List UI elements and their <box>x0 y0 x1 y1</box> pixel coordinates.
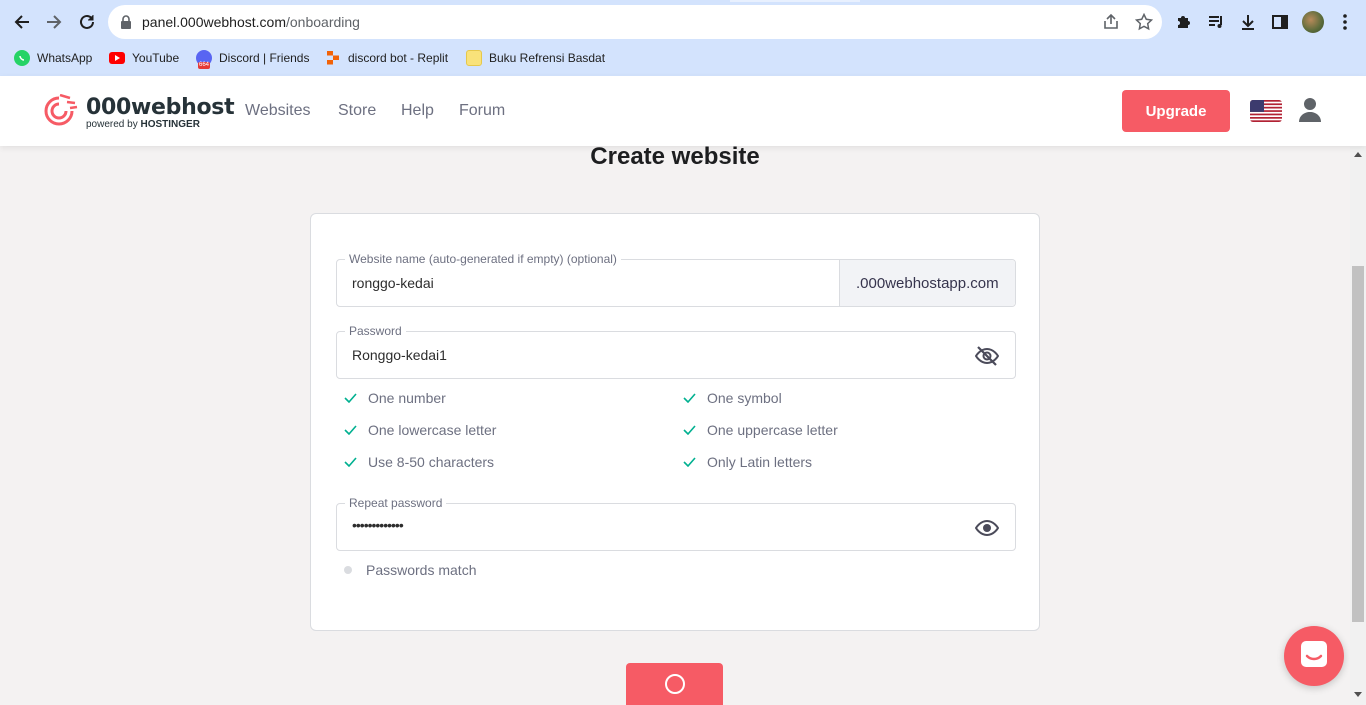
website-name-input[interactable]: ronggo-kedai <box>352 275 434 291</box>
us-flag-icon[interactable] <box>1250 100 1282 122</box>
discord-icon: 664 <box>196 50 212 69</box>
password-label: Password <box>345 323 406 339</box>
scroll-down-icon[interactable] <box>1354 692 1362 697</box>
req-one-number: One number <box>343 390 446 406</box>
submit-button[interactable] <box>626 663 723 705</box>
repeat-password-label: Repeat password <box>345 495 447 511</box>
logo[interactable]: 000webhost powered by HOSTINGER <box>40 93 235 133</box>
download-icon[interactable] <box>1237 11 1259 33</box>
eye-off-icon[interactable] <box>975 344 999 368</box>
nav-websites[interactable]: Websites <box>245 102 311 120</box>
media-queue-icon[interactable] <box>1205 11 1227 33</box>
check-icon <box>682 423 696 437</box>
menu-dots-icon[interactable] <box>1334 11 1356 33</box>
extensions-icon[interactable] <box>1173 11 1195 33</box>
nav-store[interactable]: Store <box>338 102 376 120</box>
passwords-match-status: Passwords match <box>341 562 476 578</box>
check-icon <box>343 391 357 405</box>
check-icon <box>682 391 696 405</box>
folder-icon <box>466 50 482 66</box>
profile-avatar[interactable] <box>1302 11 1324 33</box>
bookmark-discord[interactable]: 664 Discord | Friends <box>196 48 309 69</box>
status-dot-icon <box>344 566 352 574</box>
check-icon <box>343 423 357 437</box>
page-title: Create website <box>590 143 760 170</box>
browser-chrome: panel.000webhost.com/onboarding WhatsApp… <box>0 0 1366 76</box>
logo-wordmark: 000webhost <box>86 95 235 120</box>
back-icon[interactable] <box>10 10 34 34</box>
chat-icon <box>1299 639 1329 674</box>
youtube-icon <box>109 52 125 64</box>
scroll-thumb[interactable] <box>1352 266 1364 622</box>
create-website-form: Website name (auto-generated if empty) (… <box>310 213 1040 631</box>
nav-forum[interactable]: Forum <box>459 102 505 120</box>
scroll-up-icon[interactable] <box>1354 152 1362 157</box>
user-account-icon[interactable] <box>1298 97 1322 128</box>
check-icon <box>343 455 357 469</box>
site-header: 000webhost powered by HOSTINGER Websites… <box>0 76 1366 146</box>
chat-widget-button[interactable] <box>1284 626 1344 686</box>
req-latin: Only Latin letters <box>682 454 812 470</box>
repeat-password-input[interactable]: ••••••••••••• <box>352 517 404 533</box>
bookmark-youtube[interactable]: YouTube <box>109 48 179 68</box>
side-panel-icon[interactable] <box>1269 11 1291 33</box>
page-scrollbar[interactable] <box>1350 146 1366 705</box>
website-name-field[interactable]: Website name (auto-generated if empty) (… <box>336 251 1016 307</box>
replit-icon <box>325 50 341 66</box>
req-lowercase: One lowercase letter <box>343 422 496 438</box>
active-tab-indicator <box>730 0 860 2</box>
password-input[interactable]: Ronggo-kedai1 <box>352 347 447 363</box>
domain-suffix: .000webhostapp.com <box>839 260 1015 306</box>
check-icon <box>682 455 696 469</box>
lock-icon <box>120 15 132 34</box>
repeat-password-field[interactable]: Repeat password ••••••••••••• <box>336 495 1016 551</box>
eye-icon[interactable] <box>975 516 999 540</box>
bookmark-whatsapp[interactable]: WhatsApp <box>14 48 92 68</box>
address-bar[interactable]: panel.000webhost.com/onboarding <box>108 5 1162 39</box>
upgrade-button[interactable]: Upgrade <box>1122 90 1230 132</box>
bookmark-replit[interactable]: discord bot - Replit <box>325 48 448 68</box>
share-icon[interactable] <box>1102 13 1120 31</box>
reload-icon[interactable] <box>75 10 99 34</box>
website-name-label: Website name (auto-generated if empty) (… <box>345 251 621 267</box>
logo-tagline: powered by HOSTINGER <box>86 119 200 130</box>
req-length: Use 8-50 characters <box>343 454 494 470</box>
star-icon[interactable] <box>1135 13 1153 31</box>
url-text: panel.000webhost.com/onboarding <box>142 14 360 30</box>
req-uppercase: One uppercase letter <box>682 422 838 438</box>
forward-icon[interactable] <box>42 10 66 34</box>
bookmark-folder[interactable]: Buku Refrensi Basdat <box>466 48 605 68</box>
req-one-symbol: One symbol <box>682 390 782 406</box>
password-field[interactable]: Password Ronggo-kedai1 <box>336 323 1016 379</box>
whatsapp-icon <box>14 50 30 66</box>
nav-help[interactable]: Help <box>401 102 434 120</box>
bookmarks-bar: WhatsApp YouTube 664 Discord | Friends d… <box>0 45 1366 69</box>
logo-swirl-icon <box>40 93 78 133</box>
loading-spinner-icon <box>664 674 685 694</box>
